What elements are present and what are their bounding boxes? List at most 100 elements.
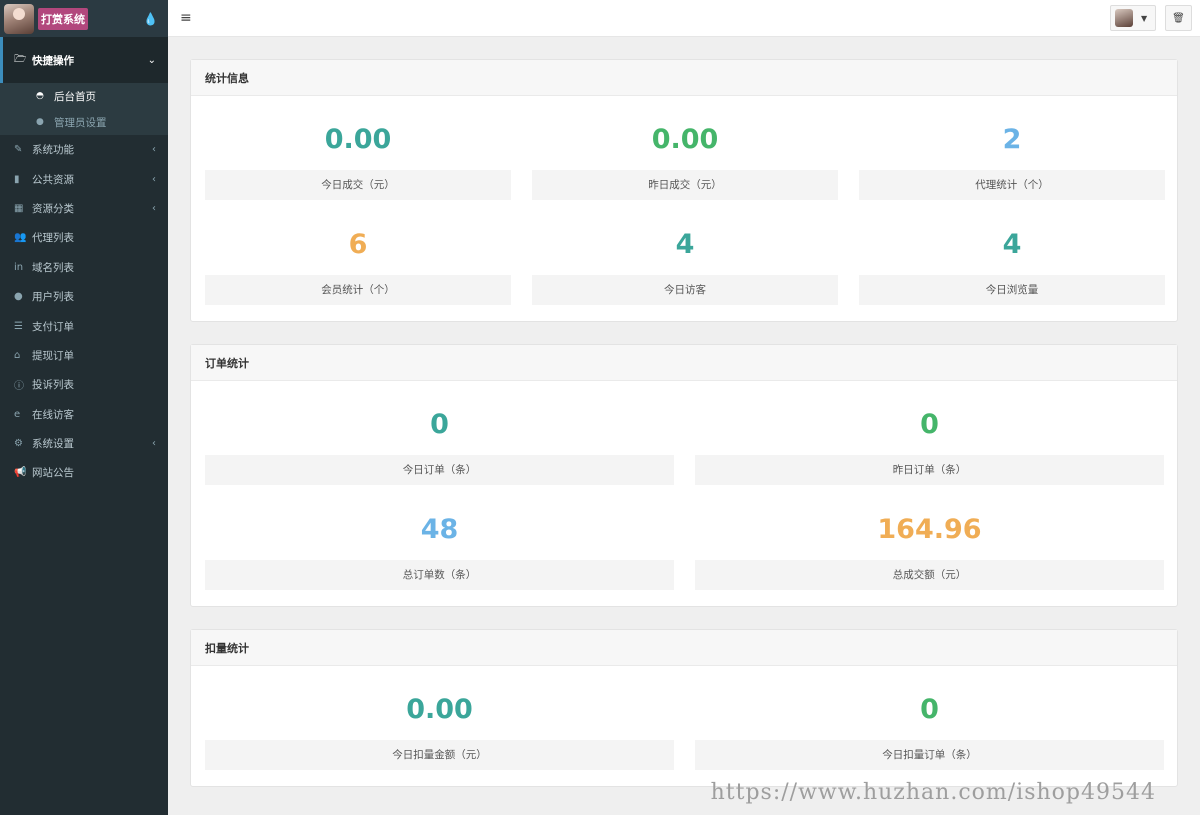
gear-icon: ⚙	[14, 438, 23, 450]
ie-icon: e	[14, 408, 21, 420]
sidebar-item-payment-orders[interactable]: ☰ 支付订单	[0, 311, 168, 340]
stat-card: 0.00 今日扣量金额（元）	[205, 680, 674, 770]
stat-caption: 总成交额（元）	[695, 560, 1164, 590]
sidebar-item-announcements[interactable]: 📢 网站公告	[0, 458, 168, 487]
stat-value: 4	[675, 229, 695, 260]
user-icon: ●	[14, 291, 23, 303]
stat-card: 48 总订单数（条）	[205, 500, 674, 590]
stat-card: 6 会员统计（个）	[205, 215, 511, 305]
stat-value: 0.00	[651, 124, 719, 155]
sidebar-item-label: 在线访客	[32, 408, 74, 421]
panel-title: 扣量统计	[191, 630, 1177, 666]
stat-caption: 昨日订单（条）	[695, 455, 1164, 485]
trash-icon: 🗑	[1172, 12, 1185, 24]
stat-value: 0	[920, 694, 939, 725]
stat-card: 0 今日订单（条）	[205, 395, 674, 485]
bullhorn-icon: 📢	[14, 467, 27, 479]
stat-value: 48	[420, 514, 459, 545]
stat-card: 0.00 今日成交（元）	[205, 110, 511, 200]
stat-card: 4 今日访客	[532, 215, 838, 305]
stat-value: 0.00	[406, 694, 473, 725]
main-content: 统计信息 0.00 今日成交（元） 0.00 昨日成交（元） 2 代理统计（个）…	[168, 37, 1200, 815]
clear-cache-button[interactable]: 🗑	[1165, 5, 1192, 31]
sidebar-item-label: 提现订单	[32, 349, 74, 362]
user-menu-button[interactable]: ▼	[1110, 5, 1156, 31]
sidebar-item-label: 管理员设置	[54, 116, 107, 129]
stat-value: 0	[430, 409, 449, 440]
sidebar-item-label: 资源分类	[32, 202, 74, 215]
brand-bar: 打赏系统 💧	[0, 0, 168, 37]
stat-caption: 今日扣量金额（元）	[205, 740, 674, 770]
stat-value: 2	[1002, 124, 1022, 155]
sidebar-item-label: 用户列表	[32, 291, 74, 304]
sidebar-item-label: 代理列表	[32, 232, 74, 245]
sidebar-item-complaints[interactable]: ⓘ 投诉列表	[0, 370, 168, 399]
sidebar-item-dashboard[interactable]: ◓ 后台首页	[0, 83, 168, 109]
sidebar-item-agents[interactable]: 👥 代理列表	[0, 223, 168, 252]
stat-card: 164.96 总成交额（元）	[695, 500, 1164, 590]
deduct-panel: 扣量统计 0.00 今日扣量金额（元） 0 今日扣量订单（条）	[190, 629, 1178, 787]
stat-caption: 昨日成交（元）	[532, 170, 838, 200]
linkedin-icon: in	[14, 261, 24, 273]
chevron-left-icon: ‹	[152, 438, 156, 450]
avatar	[1115, 9, 1133, 27]
submenu: ◓ 后台首页 ● 管理员设置	[0, 83, 168, 135]
sidebar-item-label: 域名列表	[32, 261, 74, 274]
sidebar-item-system-functions[interactable]: ✎ 系统功能 ‹	[0, 135, 168, 164]
sidebar-item-users[interactable]: ● 用户列表	[0, 282, 168, 311]
stat-value: 0.00	[324, 124, 392, 155]
bank-icon: ⌂	[14, 349, 21, 361]
sidebar-item-label: 系统设置	[32, 438, 74, 451]
user-icon: ●	[36, 117, 44, 127]
stat-caption: 总订单数（条）	[205, 560, 674, 590]
stat-card: 2 代理统计（个）	[859, 110, 1165, 200]
sidebar-item-label: 公共资源	[32, 173, 74, 186]
video-icon: ▮	[14, 173, 20, 185]
chevron-left-icon: ‹	[152, 144, 156, 156]
panel-title: 订单统计	[191, 345, 1177, 381]
users-icon: 👥	[14, 232, 27, 244]
brand-avatar	[4, 3, 34, 34]
sidebar-item-label: 支付订单	[32, 320, 74, 333]
watermark: https://www.huzhan.com/ishop49544	[710, 780, 1156, 805]
stat-card: 4 今日浏览量	[859, 215, 1165, 305]
database-icon: ☰	[14, 320, 23, 332]
sidebar-item-label: 系统功能	[32, 144, 74, 157]
sidebar-group-label: 快捷操作	[32, 54, 74, 67]
droplet-icon[interactable]: 💧	[143, 12, 158, 26]
sidebar-item-label: 投诉列表	[32, 379, 74, 392]
sidebar-group-quick[interactable]: 🗁 快捷操作 ⌄	[0, 37, 168, 83]
stats-panel: 统计信息 0.00 今日成交（元） 0.00 昨日成交（元） 2 代理统计（个）…	[190, 59, 1178, 322]
stat-caption: 今日扣量订单（条）	[695, 740, 1164, 770]
sidebar-item-label: 网站公告	[32, 467, 74, 480]
stat-value: 0	[920, 409, 939, 440]
dashboard-icon: ◓	[36, 91, 44, 101]
sidebar: 打赏系统 💧 🗁 快捷操作 ⌄ ◓ 后台首页 ● 管理员设置 ✎ 系统功能 ‹ …	[0, 0, 168, 815]
sidebar-item-withdraw-orders[interactable]: ⌂ 提现订单	[0, 341, 168, 370]
chevron-down-icon: ⌄	[147, 54, 156, 66]
panel-title: 统计信息	[191, 60, 1177, 96]
caret-down-icon: ▼	[1141, 13, 1148, 23]
stat-caption: 今日浏览量	[859, 275, 1165, 305]
stat-card: 0 昨日订单（条）	[695, 395, 1164, 485]
sidebar-item-public-resources[interactable]: ▮ 公共资源 ‹	[0, 164, 168, 193]
sidebar-item-label: 后台首页	[54, 90, 96, 103]
brand-title[interactable]: 打赏系统	[38, 7, 88, 30]
orders-panel: 订单统计 0 今日订单（条） 0 昨日订单（条） 48 总订单数（条） 164.…	[190, 344, 1178, 607]
chevron-left-icon: ‹	[152, 202, 156, 214]
stat-caption: 代理统计（个）	[859, 170, 1165, 200]
stat-caption: 今日订单（条）	[205, 455, 674, 485]
th-icon: ▦	[14, 202, 24, 214]
sidebar-item-resource-categories[interactable]: ▦ 资源分类 ‹	[0, 194, 168, 223]
sidebar-item-system-settings[interactable]: ⚙ 系统设置 ‹	[0, 429, 168, 458]
stat-card: 0.00 昨日成交（元）	[532, 110, 838, 200]
stat-caption: 今日成交（元）	[205, 170, 511, 200]
topbar: ≡ ▼ 🗑	[168, 0, 1200, 37]
sidebar-item-domains[interactable]: in 域名列表	[0, 253, 168, 282]
hamburger-icon[interactable]: ≡	[180, 10, 192, 26]
stat-value: 6	[348, 229, 368, 260]
sidebar-item-online-visitors[interactable]: e 在线访客	[0, 400, 168, 429]
stat-caption: 今日访客	[532, 275, 838, 305]
sidebar-item-admin-settings[interactable]: ● 管理员设置	[0, 109, 168, 135]
stat-value: 4	[1002, 229, 1022, 260]
